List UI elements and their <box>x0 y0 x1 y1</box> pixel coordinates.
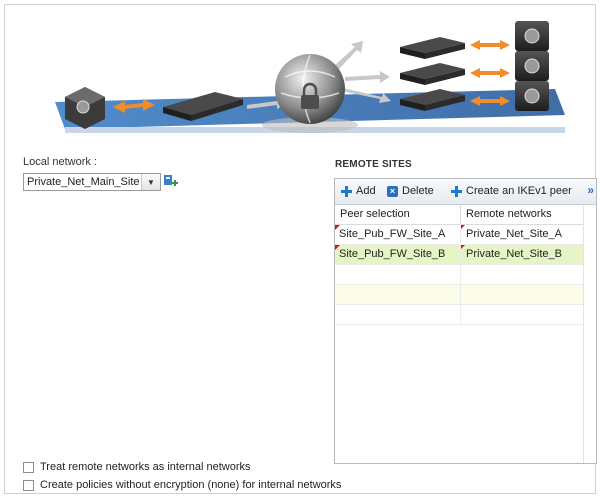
delete-button[interactable]: × Delete <box>387 185 434 197</box>
more-actions-button[interactable]: » <box>587 183 594 197</box>
column-header-remote-networks[interactable]: Remote networks <box>466 208 552 220</box>
internet-globe-icon <box>262 54 358 133</box>
vpn-topology-illustration <box>55 21 565 133</box>
local-network-select[interactable]: Private_Net_Main_Site ▼ <box>23 173 161 191</box>
treat-internal-checkbox[interactable] <box>23 461 34 473</box>
treat-internal-option[interactable]: Treat remote networks as internal networ… <box>23 461 251 473</box>
add-button-label: Add <box>356 185 376 197</box>
grid-header: Peer selection Remote networks <box>335 205 596 225</box>
grid-toolbar: Add × Delete Create an IKEv1 peer » <box>335 179 596 205</box>
add-button[interactable]: Add <box>341 185 376 197</box>
remote-sites-cube-stack-icon <box>515 21 549 111</box>
plus-icon <box>451 185 462 197</box>
plus-icon <box>341 185 352 197</box>
delete-icon: × <box>387 185 398 197</box>
create-policies-option[interactable]: Create policies without encryption (none… <box>23 479 341 491</box>
local-network-value: Private_Net_Main_Site <box>27 176 139 188</box>
network-cell: Private_Net_Site_A <box>466 228 562 240</box>
local-network-label: Local network : <box>23 156 97 168</box>
create-policies-checkbox[interactable] <box>23 479 34 491</box>
vertical-scrollbar[interactable] <box>583 205 596 463</box>
chevron-down-icon[interactable]: ▼ <box>141 174 160 190</box>
column-header-peer-selection[interactable]: Peer selection <box>340 208 410 220</box>
vpn-wizard-panel: Local network : Private_Net_Main_Site ▼ … <box>4 4 597 494</box>
add-network-object-icon[interactable] <box>162 173 180 191</box>
column-separator <box>460 224 461 324</box>
treat-internal-label: Treat remote networks as internal networ… <box>40 461 251 473</box>
create-policies-label: Create policies without encryption (none… <box>40 479 342 491</box>
network-cell: Private_Net_Site_B <box>466 248 562 260</box>
create-ikev1-peer-button[interactable]: Create an IKEv1 peer <box>451 185 572 197</box>
delete-button-label: Delete <box>402 185 434 197</box>
peer-cell: Site_Pub_FW_Site_B <box>339 248 446 260</box>
remote-firewall-icon <box>400 37 465 59</box>
column-separator <box>460 205 461 224</box>
peer-cell: Site_Pub_FW_Site_A <box>339 228 446 240</box>
remote-sites-title: REMOTE SITES <box>335 159 412 170</box>
remote-sites-grid: Add × Delete Create an IKEv1 peer » Peer… <box>334 178 597 464</box>
remote-firewall-icon <box>400 63 465 85</box>
create-ikev1-peer-label: Create an IKEv1 peer <box>466 185 572 197</box>
